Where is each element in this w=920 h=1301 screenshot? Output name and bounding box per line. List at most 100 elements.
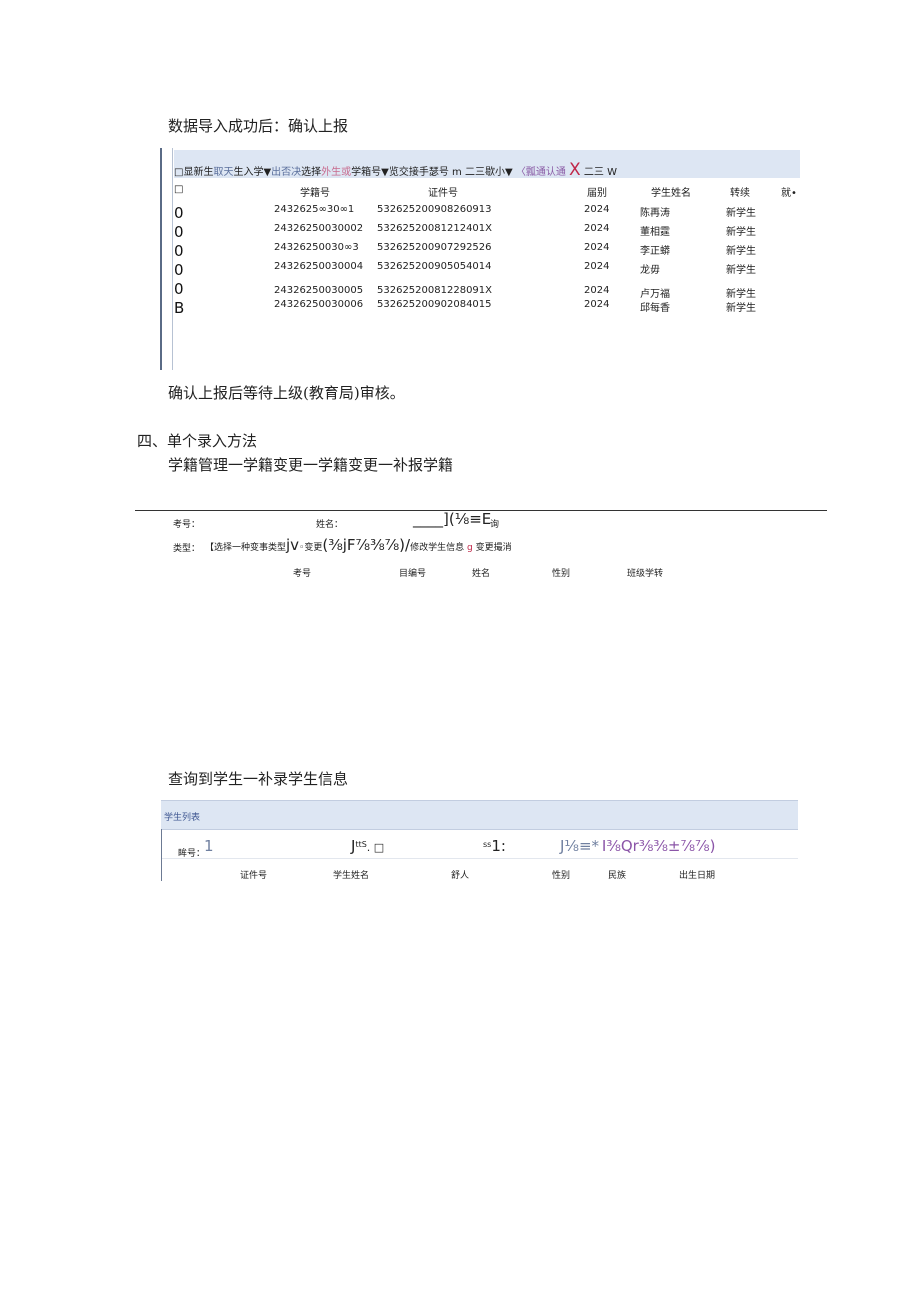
- row-marker: 0: [174, 204, 184, 222]
- query-garble[interactable]: ____](⅛≡E: [413, 510, 491, 528]
- row-type: 新学生: [726, 208, 756, 219]
- row-student-id: 24326250030∞3: [274, 242, 359, 253]
- jv-text: jv: [286, 536, 300, 554]
- g-mark: g: [466, 543, 473, 553]
- toolbar-enroll-dropdown[interactable]: 生入学▼: [233, 167, 271, 178]
- row-cert: 532625200908260913: [377, 204, 492, 215]
- row-year: 2024: [584, 285, 610, 296]
- col-header-name: 姓名: [472, 569, 491, 579]
- row-cert: 53262520081228091X: [377, 285, 493, 296]
- table-row[interactable]: 0 24326250030∞3 532625200907292526 2024 …: [174, 242, 800, 262]
- row-type: 新学生: [726, 303, 756, 314]
- toolbar-outside-button[interactable]: 外生或: [321, 167, 351, 178]
- toolbar-show-new-button[interactable]: 显新生: [183, 167, 213, 178]
- row-year: 2024: [584, 242, 610, 253]
- toolbar-size-dropdown[interactable]: m 二三歇小▼: [452, 167, 513, 178]
- row-type: 新学生: [726, 246, 756, 257]
- col-header-person: 舒人: [451, 871, 470, 881]
- query-garble-a[interactable]: J⅛≡*: [560, 837, 599, 855]
- student-list-title: 学生列表: [164, 813, 201, 823]
- exam-no-label: 考号：: [173, 520, 201, 530]
- import-success-text: 数据导入成功后：确认上报: [168, 117, 349, 135]
- col-header-exam: 考号: [293, 569, 312, 579]
- row-year: 2024: [584, 204, 610, 215]
- grid-header-row: □ 学籍号 证件号 届别 学生姓名 转续 就•: [174, 184, 800, 199]
- col-header-student-id: 学籍号: [300, 188, 330, 199]
- type-label: 类型：: [173, 544, 201, 554]
- toolbar-cancel-button[interactable]: 取天: [213, 167, 233, 178]
- row-cert: 532625200902084015: [377, 299, 492, 310]
- table-row[interactable]: 0 2432625∞30∞1 532625200908260913 2024 陈…: [174, 204, 800, 224]
- col-header-class: 班级学转: [627, 569, 664, 579]
- change-garble: (⅜jF⅞⅜⅞): [322, 536, 406, 554]
- modify-info-button[interactable]: 修改学生信息: [410, 543, 464, 553]
- row-year: 2024: [584, 299, 610, 310]
- exam-no-label: 眸号：: [178, 849, 206, 859]
- row-marker: 0: [174, 280, 184, 298]
- row-name: 陈再涛: [640, 208, 670, 219]
- row-cert: 532625200905054014: [377, 261, 492, 272]
- row-student-id: 24326250030002: [274, 223, 364, 234]
- col-header-name: 学生姓名: [651, 188, 691, 199]
- toolbar-id-dropdown[interactable]: 学箱号▼览交接手瑟号: [351, 167, 449, 178]
- name-field-sup: ttS: [355, 840, 367, 849]
- table-row[interactable]: 0 24326250030002 53262520081212401X 2024…: [174, 223, 800, 243]
- row-type: 新学生: [726, 265, 756, 276]
- col-header-student-name: 学生姓名: [333, 871, 370, 881]
- row-name: 董相霆: [640, 227, 670, 238]
- student-list-header: 学生列表: [161, 800, 798, 830]
- query-button[interactable]: 询: [490, 517, 499, 530]
- col-header-year: 届别: [587, 188, 607, 199]
- grid-toolbar: □显新生取天生入学▼出否决选择外生或学箱号▼览交接手瑟号 m 二三歇小▼ 〈瓢通…: [174, 150, 800, 180]
- name-field-box[interactable]: . □: [367, 841, 384, 854]
- table-row[interactable]: B 24326250030006 532625200902084015 2024…: [174, 299, 800, 319]
- row-marker: 0: [174, 223, 184, 241]
- after-report-text: 确认上报后等待上级(教育局)审核。: [168, 384, 405, 402]
- row-name: 卢万福: [640, 289, 670, 300]
- close-icon[interactable]: X: [569, 160, 581, 180]
- ss-value: 1:: [491, 837, 506, 855]
- row-student-id: 2432625∞30∞1: [274, 204, 355, 215]
- row-name: 李正蟒: [640, 246, 670, 257]
- query-garble-b[interactable]: I⅜Qr⅜⅜±⅞⅞): [602, 837, 716, 855]
- table-row[interactable]: 0 24326250030005 53262520081228091X 2024…: [174, 280, 800, 300]
- exam-no-value[interactable]: 1: [204, 837, 214, 855]
- table-row[interactable]: 0 24326250030004 532625200905054014 2024…: [174, 261, 800, 281]
- change-button[interactable]: ◦变更: [299, 543, 322, 553]
- row-cert: 53262520081212401X: [377, 223, 493, 234]
- row-year: 2024: [584, 223, 610, 234]
- row-type: 新学生: [726, 289, 756, 300]
- col-header-ethnic: 民族: [608, 871, 627, 881]
- cancel-change-button[interactable]: 变更撮消: [476, 543, 512, 553]
- col-header-self-no: 目编号: [399, 569, 427, 579]
- col-header-cert: 证件号: [240, 871, 268, 881]
- row-type: 新学生: [726, 227, 756, 238]
- student-import-grid: □显新生取天生入学▼出否决选择外生或学箱号▼览交接手瑟号 m 二三歇小▼ 〈瓢通…: [160, 148, 800, 370]
- row-marker: 0: [174, 242, 184, 260]
- toolbar-more-button[interactable]: 二三 W: [584, 167, 617, 178]
- toolbar-select-button[interactable]: 选择: [301, 167, 321, 178]
- header-checkbox[interactable]: □: [174, 184, 183, 195]
- col-header-type: 转续: [730, 188, 750, 199]
- col-header-birth: 出生日期: [679, 871, 716, 881]
- row-name: 邱每香: [640, 303, 670, 314]
- col-header-extra: 就•: [781, 188, 797, 199]
- section-heading: 四、单个录入方法: [137, 432, 258, 450]
- row-year: 2024: [584, 261, 610, 272]
- query-then-text: 查询到学生一补录学生信息: [168, 770, 349, 788]
- row-cert: 532625200907292526: [377, 242, 492, 253]
- nav-path-text: 学籍管理一学籍变更一学籍变更一补报学籍: [168, 456, 454, 474]
- row-student-id: 24326250030006: [274, 299, 364, 310]
- col-header-gender: 性别: [552, 569, 571, 579]
- toolbar-reject-button[interactable]: 出否决: [271, 167, 301, 178]
- col-header-gender: 性别: [552, 871, 571, 881]
- row-student-id: 24326250030005: [274, 285, 364, 296]
- name-label: 姓名：: [316, 520, 344, 530]
- row-name: 龙毋: [640, 265, 660, 276]
- toolbar-confirm-report-button[interactable]: 〈瓢通认通: [516, 167, 566, 178]
- row-marker: B: [174, 299, 185, 317]
- row-student-id: 24326250030004: [274, 261, 364, 272]
- col-header-cert: 证件号: [428, 188, 458, 199]
- change-type-select[interactable]: 【选择一种变事类型: [205, 543, 286, 553]
- row-marker: 0: [174, 261, 184, 279]
